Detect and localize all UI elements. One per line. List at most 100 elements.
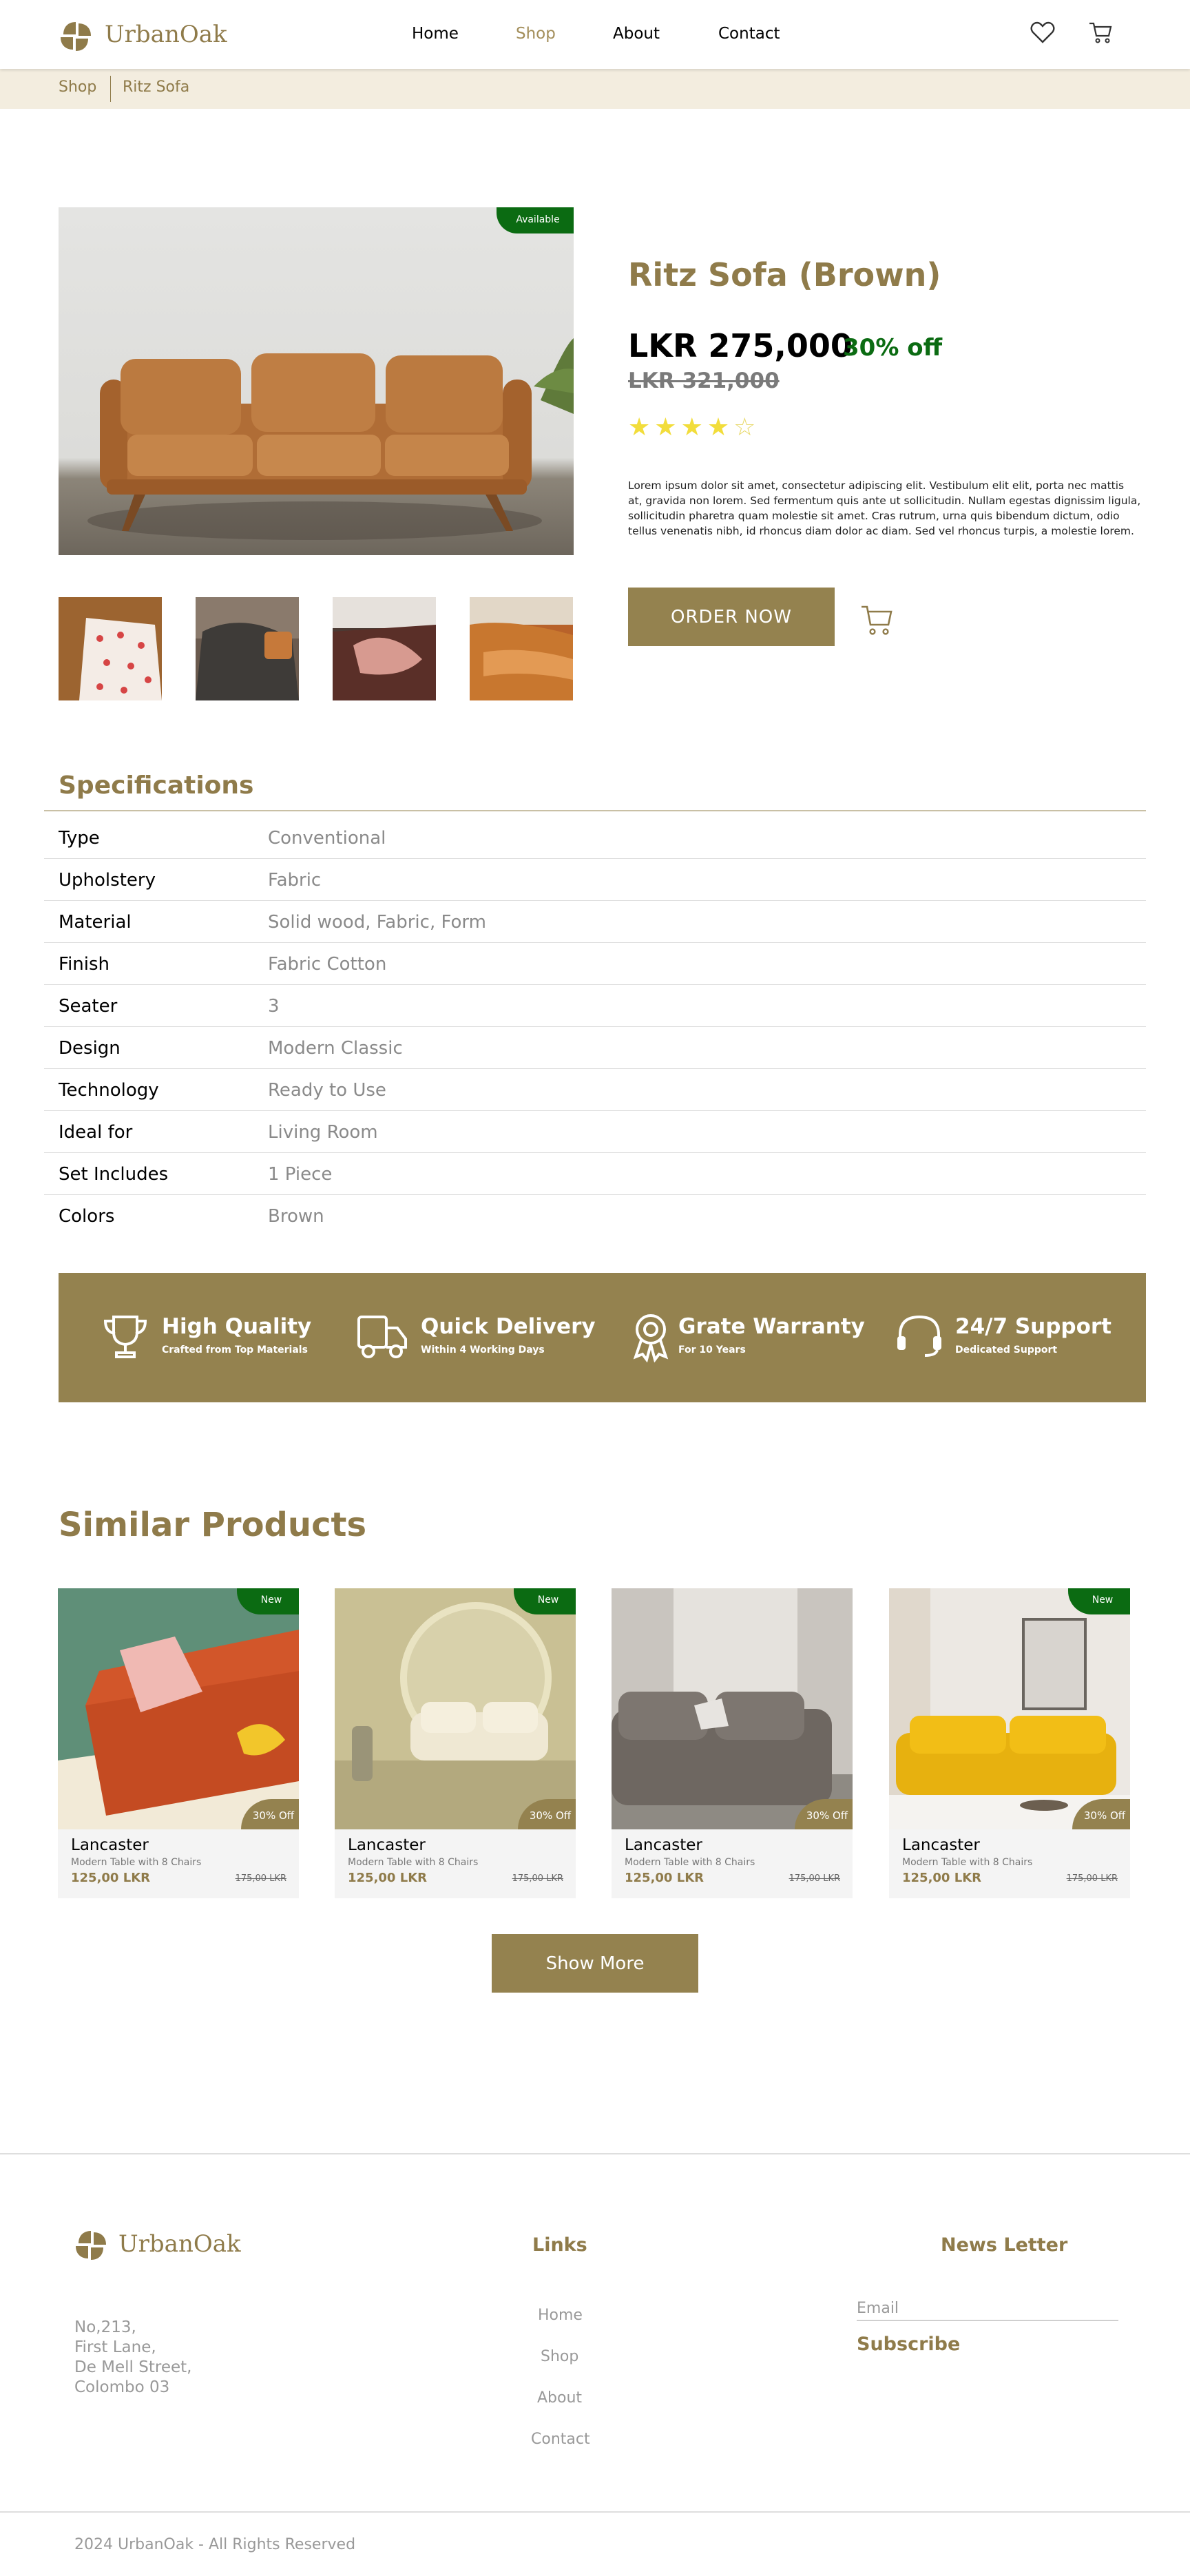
product-old-price: 175,00 LKR [1066,1873,1118,1884]
feature-title: 24/7 Support [955,1314,1112,1339]
order-now-button[interactable]: ORDER NOW [628,588,835,646]
spec-key: Design [59,1038,121,1059]
heart-icon[interactable] [1030,21,1055,44]
brand-name[interactable]: UrbanOak [105,21,227,48]
footer-brand-name[interactable]: UrbanOak [118,2230,241,2258]
spec-key: Upholstery [59,870,156,891]
address-line: First Lane, [74,2338,156,2356]
spec-key: Seater [59,996,118,1017]
spec-row: Design Modern Classic [44,1027,1146,1069]
original-price: LKR 321,000 [628,368,780,393]
spec-row: Upholstery Fabric [44,859,1146,901]
product-name[interactable]: Lancaster [71,1836,149,1854]
feature-subtitle: Within 4 Working Days [421,1344,545,1355]
award-icon [633,1314,669,1362]
product-card-image[interactable]: New 30% Off [335,1588,576,1829]
product-thumbnail[interactable] [333,597,436,700]
spec-value: Modern Classic [268,1038,403,1059]
product-title: Ritz Sofa (Brown) [628,256,941,293]
nav-shop[interactable]: Shop [516,25,556,43]
product-old-price: 175,00 LKR [235,1873,286,1884]
spec-key: Ideal for [59,1122,133,1143]
product-name[interactable]: Lancaster [625,1836,702,1854]
newsletter-title: News Letter [941,2234,1068,2256]
nav-contact[interactable]: Contact [718,25,780,43]
footer-divider [0,2153,1190,2154]
availability-badge: Available [497,207,574,233]
site-header: UrbanOak Home Shop About Contact [0,0,1190,69]
breadcrumb-divider [110,76,111,102]
nav-home[interactable]: Home [412,25,459,43]
footer-link-contact[interactable]: Contact [531,2431,590,2448]
product-name[interactable]: Lancaster [348,1836,426,1854]
footer-logo-icon[interactable] [73,2228,109,2263]
logo-icon[interactable] [58,19,94,54]
spec-value: Ready to Use [268,1080,386,1101]
email-field[interactable] [857,2296,1118,2321]
spec-row: Colors Brown [44,1195,1146,1237]
subscribe-button[interactable]: Subscribe [857,2334,960,2355]
truck-icon [357,1316,407,1358]
spec-value: Brown [268,1206,324,1227]
specifications-title: Specifications [59,771,254,800]
spec-key: Material [59,912,132,933]
footer-link-shop[interactable]: Shop [541,2348,578,2365]
product-card-image[interactable]: New 30% Off [889,1588,1130,1829]
product-price: 125,00 LKR [348,1871,428,1885]
footer-address: No,213, First Lane, De Mell Street, Colo… [74,2318,191,2398]
product-subtitle: Modern Table with 8 Chairs [71,1857,202,1868]
headset-icon [897,1315,941,1357]
product-price: 125,00 LKR [71,1871,151,1885]
product-card[interactable]: New 30% Off Lancaster Modern Table with … [58,1588,299,1898]
breadcrumb-shop[interactable]: Shop [59,79,96,96]
spec-value: Fabric Cotton [268,954,387,975]
product-card[interactable]: 30% Off Lancaster Modern Table with 8 Ch… [612,1588,853,1898]
address-line: No,213, [74,2318,136,2336]
feature-subtitle: For 10 Years [678,1344,746,1355]
specifications-divider [44,810,1146,811]
add-to-cart-icon[interactable] [859,603,894,637]
product-card-image[interactable]: New 30% Off [58,1588,299,1829]
footer-bottom-divider [0,2511,1190,2513]
product-thumbnail[interactable] [59,597,162,700]
spec-value: 3 [268,996,280,1017]
spec-value: Fabric [268,870,322,891]
product-name[interactable]: Lancaster [902,1836,980,1854]
product-thumbnail[interactable] [470,597,573,700]
feature-title: Grate Warranty [678,1314,865,1339]
product-card[interactable]: New 30% Off Lancaster Modern Table with … [889,1588,1130,1898]
spec-row: Technology Ready to Use [44,1069,1146,1111]
footer-link-about[interactable]: About [537,2389,582,2407]
spec-key: Set Includes [59,1164,169,1185]
breadcrumb-current: Ritz Sofa [123,79,190,96]
star-filled-icon: ★ [628,413,655,442]
features-band: High Quality Crafted from Top Materials … [59,1273,1146,1402]
footer-link-home[interactable]: Home [538,2307,583,2324]
spec-value: Conventional [268,828,386,849]
show-more-button[interactable]: Show More [492,1934,698,1993]
product-old-price: 175,00 LKR [512,1873,563,1884]
similar-products-title: Similar Products [59,1506,367,1544]
product-thumbnail[interactable] [196,597,299,700]
spec-row: Type Conventional [44,817,1146,859]
feature-title: High Quality [162,1314,312,1339]
cart-icon[interactable] [1088,21,1113,44]
nav-about[interactable]: About [613,25,660,43]
spec-key: Finish [59,954,110,975]
star-empty-icon: ☆ [733,413,760,442]
product-subtitle: Modern Table with 8 Chairs [348,1857,479,1868]
spec-key: Technology [59,1080,159,1101]
spec-value: 1 Piece [268,1164,333,1185]
address-line: Colombo 03 [74,2378,170,2396]
product-price: 125,00 LKR [625,1871,704,1885]
copyright-text: 2024 UrbanOak - All Rights Reserved [74,2536,356,2553]
product-card-image[interactable]: 30% Off [612,1588,853,1829]
star-filled-icon: ★ [654,413,681,442]
footer-links-title: Links [532,2234,587,2256]
spec-key: Colors [59,1206,115,1227]
feature-subtitle: Crafted from Top Materials [162,1344,308,1355]
rating-stars: ★★★★☆ [628,413,760,442]
product-card[interactable]: New 30% Off Lancaster Modern Table with … [335,1588,576,1898]
star-filled-icon: ★ [707,413,734,442]
spec-row: Finish Fabric Cotton [44,943,1146,985]
